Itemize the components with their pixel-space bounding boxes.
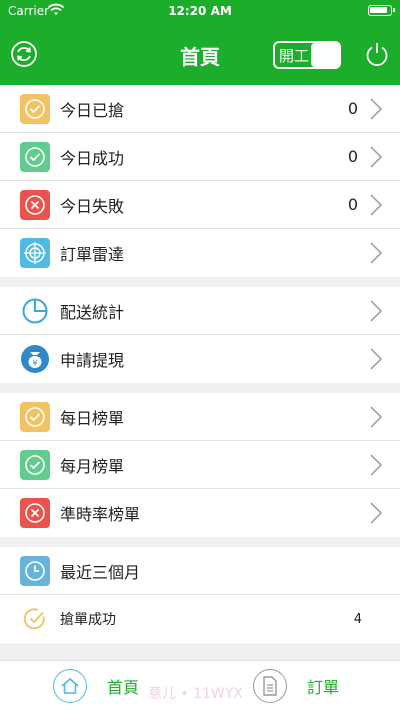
nav-bar: 首頁 開工 [0,22,400,85]
svg-text:¥: ¥ [32,359,37,368]
list-item-today-grabbed[interactable]: 今日已搶 0 [0,85,400,133]
list-item-order-radar[interactable]: 訂單雷達 [0,229,400,277]
row-value: 0 [347,147,358,166]
status-time: 12:20 AM [168,4,232,18]
row-label: 配送統計 [60,302,125,322]
radar-icon [20,238,50,268]
watermark: 意儿 • 11WYX [148,686,243,702]
check-circle-icon [20,449,50,480]
work-toggle-knob [311,43,339,67]
battery-icon [368,5,395,16]
work-toggle-label: 開工 [279,47,310,65]
row-label: 每月榜單 [60,456,125,476]
recent-header: 最近三個月 [0,547,400,595]
row-label: 今日失敗 [60,196,125,216]
recent-row-grab-success: 搶單成功 4 [0,595,400,643]
document-icon [253,669,287,703]
chevron-right-icon [370,405,383,428]
chevron-right-icon [370,145,383,168]
chevron-right-icon [370,242,383,264]
chevron-right-icon [370,453,383,476]
list-item-today-success[interactable]: 今日成功 0 [0,133,400,181]
list-item-delivery-stats[interactable]: 配送統計 [0,287,400,335]
tab-orders-label: 訂單 [307,678,340,697]
check-circle-icon [20,93,50,124]
list-item-monthly-ranking[interactable]: 每月榜單 [0,441,400,489]
finance-group: 配送統計 ¥ 申請提現 [0,287,400,383]
ranking-group: 每日榜單 每月榜單 準時率榜單 [0,393,400,537]
home-icon [53,669,87,703]
tab-orders[interactable]: 訂單 [253,669,339,703]
row-label: 申請提現 [60,351,125,370]
row-label: 搶單成功 [60,612,116,628]
power-icon[interactable] [363,40,391,68]
tab-home[interactable]: 首頁 [53,669,139,703]
recent-header-label: 最近三個月 [60,562,141,582]
work-toggle[interactable]: 開工 [273,41,341,69]
row-value: 0 [347,99,358,118]
list-item-today-failed[interactable]: 今日失敗 0 [0,181,400,229]
list-item-withdraw[interactable]: ¥ 申請提現 [0,335,400,383]
chevron-right-icon [370,193,383,216]
row-label: 每日榜單 [60,408,125,428]
recent-group: 最近三個月 搶單成功 4 [0,547,400,643]
chevron-right-icon [370,502,383,524]
chevron-right-icon [370,348,383,370]
row-label: 訂單雷達 [60,245,125,264]
list-item-ontime-ranking[interactable]: 準時率榜單 [0,489,400,537]
content-list: 今日已搶 0 今日成功 0 今日失敗 0 訂單雷達 配送統計 ¥ 申請提現 每日… [0,85,400,660]
tab-bar: 首頁 意儿 • 11WYX 訂單 [0,660,400,710]
row-value: 0 [347,195,358,214]
x-circle-icon [20,498,50,528]
stats-group: 今日已搶 0 今日成功 0 今日失敗 0 訂單雷達 [0,85,400,277]
status-bar: Carrier 12:20 AM [0,0,400,22]
tab-home-label: 首頁 [107,678,140,697]
row-value: 4 [353,611,362,627]
clock-icon [20,555,50,586]
chevron-right-icon [370,299,383,322]
row-label: 準時率榜單 [60,505,141,524]
money-bag-icon: ¥ [20,344,50,374]
chevron-right-icon [370,97,383,120]
row-label: 今日成功 [60,148,125,168]
x-circle-icon [20,189,50,220]
pie-chart-icon [20,296,50,326]
check-circle-outline-icon [20,604,50,634]
row-label: 今日已搶 [60,100,125,120]
check-circle-icon [20,141,50,172]
check-circle-icon [20,401,50,432]
list-item-daily-ranking[interactable]: 每日榜單 [0,393,400,441]
